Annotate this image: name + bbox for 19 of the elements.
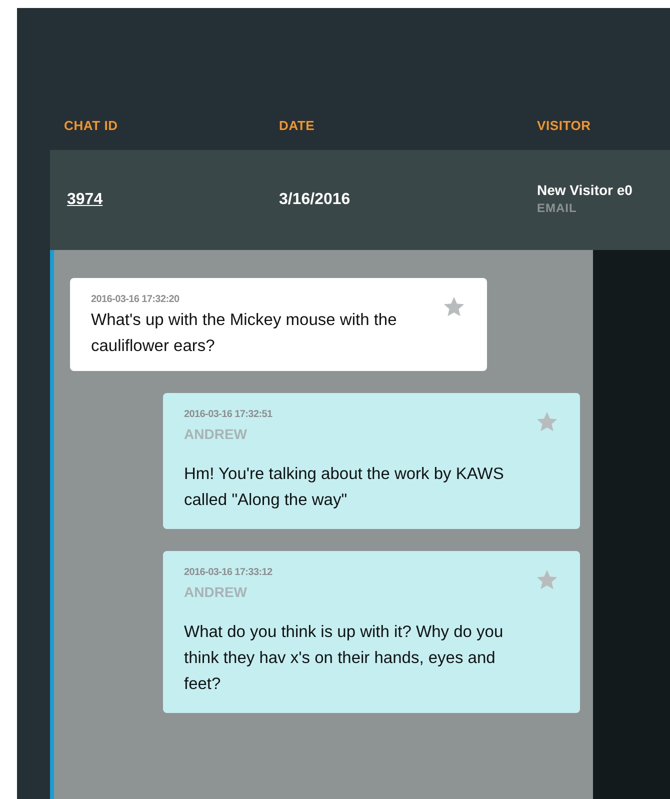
message-time: 2016-03-16 17:32:51 [184, 408, 274, 422]
visitor-contact: EMAIL [537, 200, 578, 217]
visitor-name: New Visitor e0 [537, 183, 632, 199]
message-text: Hm! You're talking about the work by KAWS called "Along the way" [184, 464, 505, 511]
message-text: What do you think is up with it? Why do you think they hav x's on their hands, eyes and feet? [184, 622, 504, 695]
column-header: DATE [279, 117, 316, 135]
author-name: ANDREW [184, 425, 248, 444]
chat-id-link[interactable]: 3974 [67, 188, 279, 212]
column-header: VISITOR [537, 117, 591, 135]
table-row[interactable]: 3974 3/16/2016 New Visitor e0 EMAIL [50, 150, 670, 250]
message-time: 2016-03-16 17:33:12 [184, 566, 274, 580]
message-time: 2016-03-16 17:32:20 [91, 293, 180, 307]
author-name: ANDREW [184, 583, 248, 602]
star-icon[interactable] [536, 411, 558, 433]
star-icon[interactable] [536, 569, 558, 591]
message-text: What's up with the Mickey mouse with the cauliflower ears? [91, 310, 398, 357]
column-header: CHAT ID [64, 117, 119, 135]
star-icon[interactable] [443, 296, 465, 318]
date-cell-text: 3/16/2016 [279, 190, 352, 210]
